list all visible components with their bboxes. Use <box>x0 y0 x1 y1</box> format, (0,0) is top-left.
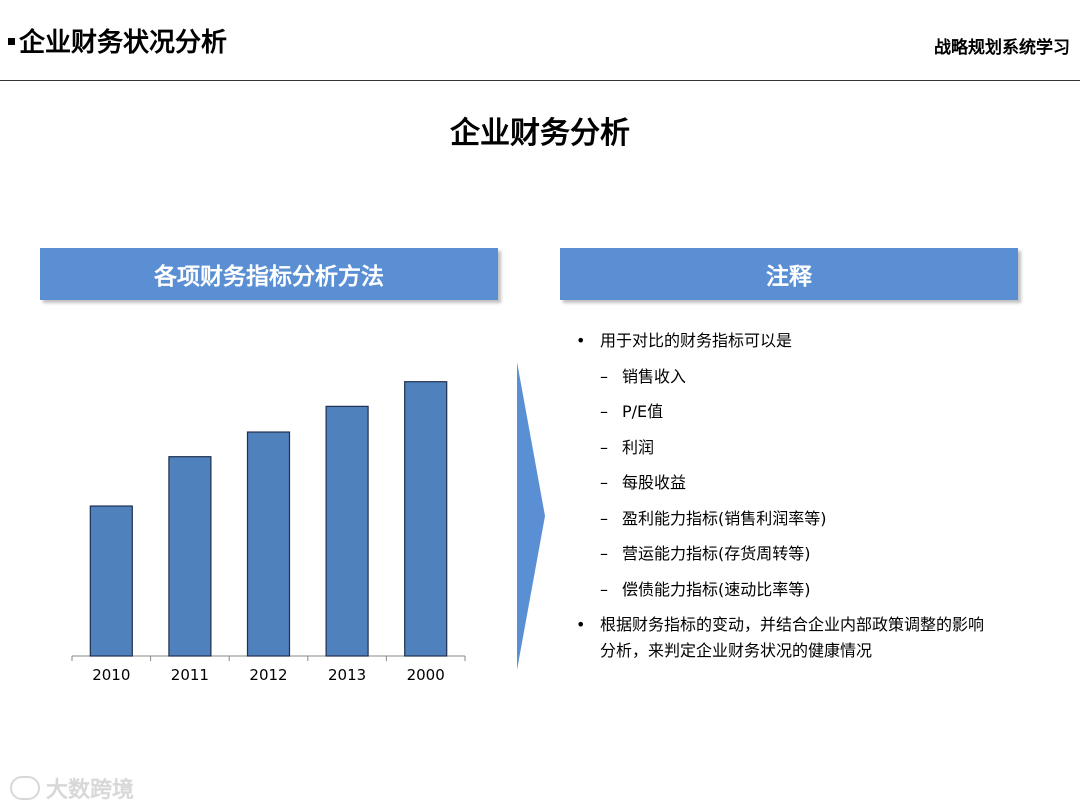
bar-chart: 2010 2011 2012 2013 2000 <box>71 381 466 684</box>
note-conclusion: • 根据财务指标的变动，并结合企业内部政策调整的影响 分析，来判定企业财务状况的… <box>576 612 1026 664</box>
note-item: – P/E值 <box>576 399 1026 435</box>
dash-icon: – <box>600 579 608 599</box>
note-item-text: 盈利能力指标(销售利润率等) <box>622 508 827 528</box>
left-panel-header: 各项财务指标分析方法 <box>40 248 498 300</box>
page-title: 企业财务分析 <box>450 116 630 151</box>
bar-2012 <box>246 431 291 657</box>
x-tick-label: 2011 <box>171 666 209 684</box>
notes-list: • 用于对比的财务指标可以是 – 销售收入 – P/E值 – 利润 – 每股收益… <box>576 328 1026 664</box>
x-tick-label: 2013 <box>328 666 366 684</box>
watermark-logo-icon <box>10 776 40 800</box>
arrow-right-icon <box>517 362 545 670</box>
note-intro-text: 用于对比的财务指标可以是 <box>600 331 793 350</box>
x-tick-label: 2010 <box>92 666 130 684</box>
dash-icon: – <box>600 508 608 528</box>
note-item-text: 销售收入 <box>622 366 687 386</box>
header-title: 企业财务状况分析 <box>8 22 227 59</box>
bar-2010 <box>89 505 133 657</box>
x-tick-label: 2000 <box>407 666 445 684</box>
dash-icon: – <box>600 366 608 386</box>
dash-icon: – <box>600 544 608 563</box>
note-conclusion-line2: 分析，来判定企业财务状况的健康情况 <box>600 641 873 660</box>
header-title-text: 企业财务状况分析 <box>19 28 228 58</box>
right-panel-header: 注释 <box>560 248 1018 300</box>
right-panel-title: 注释 <box>766 264 812 290</box>
note-intro: • 用于对比的财务指标可以是 <box>576 328 1026 364</box>
note-item-text: 利润 <box>622 437 655 457</box>
bar-2013 <box>325 405 369 657</box>
bullet-icon: • <box>576 615 586 634</box>
note-item: – 营运能力指标(存货周转等) <box>576 541 1026 577</box>
note-item-text: P/E值 <box>622 402 664 421</box>
title-bullet-icon <box>8 38 15 45</box>
watermark-text: 大数跨境 <box>46 778 135 803</box>
bar-2011 <box>168 456 212 657</box>
x-tick-label: 2012 <box>249 666 287 684</box>
note-item: – 盈利能力指标(销售利润率等) <box>576 506 1026 542</box>
note-item: – 销售收入 <box>576 364 1026 400</box>
watermark: 大数跨境 <box>10 772 134 804</box>
dash-icon: – <box>600 402 608 421</box>
dash-icon: – <box>600 437 608 457</box>
note-item-text: 偿债能力指标(速动比率等) <box>622 579 811 599</box>
note-item: – 偿债能力指标(速动比率等) <box>576 577 1026 613</box>
note-item-text: 每股收益 <box>622 473 687 492</box>
note-item: – 每股收益 <box>576 470 1026 506</box>
bar-2000 <box>404 381 448 657</box>
header-right-label: 战略规划系统学习 <box>934 38 1070 58</box>
bullet-icon: • <box>576 331 586 350</box>
note-item-text: 营运能力指标(存货周转等) <box>622 544 811 563</box>
note-conclusion-line1: 根据财务指标的变动，并结合企业内部政策调整的影响 <box>600 615 985 634</box>
left-panel-title: 各项财务指标分析方法 <box>154 264 384 290</box>
dash-icon: – <box>600 473 608 492</box>
header-divider <box>0 80 1080 81</box>
note-item: – 利润 <box>576 435 1026 471</box>
